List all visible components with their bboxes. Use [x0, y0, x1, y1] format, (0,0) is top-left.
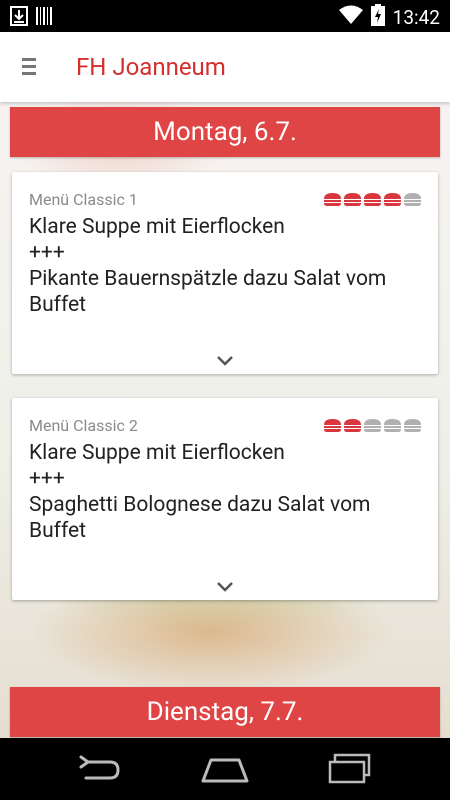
navigation-bar [0, 738, 450, 800]
rating [323, 418, 422, 433]
burger-rating-icon [324, 419, 341, 432]
barcode-icon [36, 6, 52, 30]
chevron-down-icon[interactable] [216, 352, 234, 366]
menu-main: Buffet [29, 293, 87, 317]
menu-card[interactable]: Menü Classic 1 Klare Suppe mit Eierflock… [12, 172, 438, 374]
menu-soup: Klare Suppe mit Eierflocken [29, 441, 285, 465]
menu-description: Klare Suppe mit Eierflocken +++ Spaghett… [29, 440, 429, 544]
day-header-tuesday[interactable]: Dienstag, 7.7. [10, 687, 440, 737]
back-icon[interactable] [76, 754, 122, 788]
day-header-monday[interactable]: Montag, 6.7. [10, 107, 440, 157]
burger-rating-icon-empty [364, 419, 381, 432]
rating [323, 192, 422, 207]
app-bar: FH Joanneum [0, 32, 450, 102]
menu-main: Buffet [29, 519, 87, 543]
menu-main: Pikante Bauernspätzle dazu Salat vom [29, 267, 387, 291]
burger-rating-icon-empty [404, 419, 421, 432]
recents-icon[interactable] [327, 753, 373, 789]
wifi-icon [338, 5, 363, 29]
clock: 13:42 [392, 5, 440, 29]
chevron-down-icon[interactable] [216, 578, 234, 592]
download-icon [10, 6, 28, 30]
app-title: FH Joanneum [76, 53, 226, 81]
menu-card[interactable]: Menü Classic 2 Klare Suppe mit Eierflock… [12, 398, 438, 600]
burger-rating-icon-empty [404, 193, 421, 206]
menu-label: Menü Classic 1 [29, 190, 138, 209]
menu-separator: +++ [29, 467, 65, 491]
status-bar: 13:42 [0, 0, 450, 32]
menu-soup: Klare Suppe mit Eierflocken [29, 215, 285, 239]
menu-main: Spaghetti Bolognese dazu Salat vom [29, 493, 371, 517]
hamburger-menu-icon[interactable] [20, 56, 44, 78]
home-icon[interactable] [200, 756, 250, 788]
burger-rating-icon-empty [384, 419, 401, 432]
menu-list[interactable]: Montag, 6.7. Menü Classic 1 Klare Suppe … [0, 102, 450, 738]
burger-rating-icon [344, 193, 361, 206]
menu-description: Klare Suppe mit Eierflocken +++ Pikante … [29, 214, 429, 318]
menu-label: Menü Classic 2 [29, 416, 138, 435]
menu-separator: +++ [29, 241, 65, 265]
burger-rating-icon [344, 419, 361, 432]
burger-rating-icon [324, 193, 341, 206]
burger-rating-icon [364, 193, 381, 206]
battery-charging-icon [370, 4, 385, 30]
burger-rating-icon [384, 193, 401, 206]
